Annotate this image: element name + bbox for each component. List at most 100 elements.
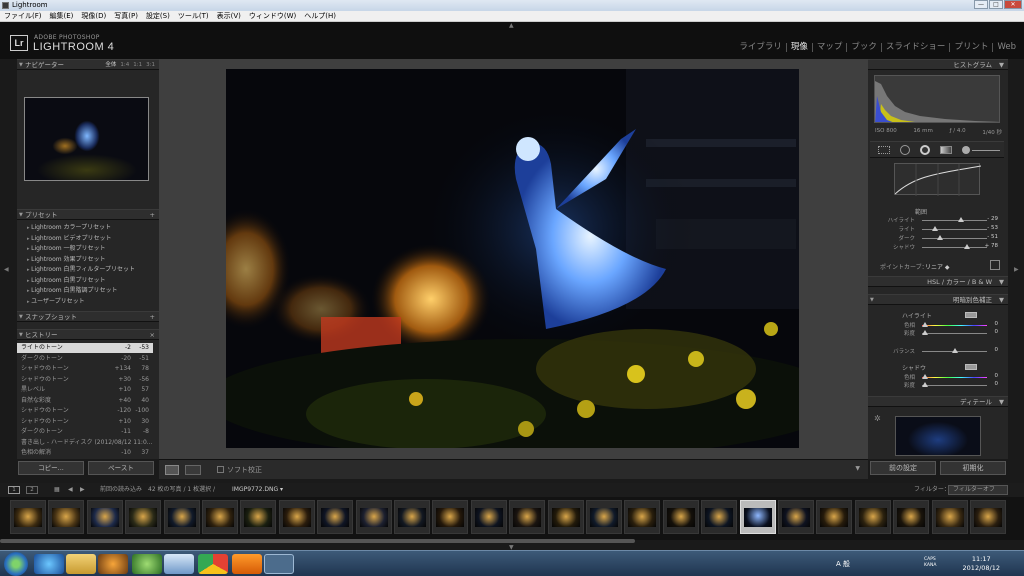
preset-folder[interactable]: Lightroom 白黒プリセット xyxy=(27,276,105,286)
menu-settings[interactable]: 設定(S) xyxy=(146,11,170,21)
zoom-fit[interactable]: 全体 xyxy=(105,60,116,70)
balance-slider[interactable]: バランス 0 xyxy=(870,347,1004,356)
highlight-sat-slider[interactable]: 彩度 0 xyxy=(870,329,1004,338)
redeye-icon[interactable] xyxy=(920,145,930,155)
slider-knob[interactable] xyxy=(922,330,928,335)
add-snapshot-icon[interactable]: + xyxy=(150,312,155,322)
explorer-folder-icon[interactable] xyxy=(66,554,96,574)
detail-preview[interactable] xyxy=(895,416,981,456)
filmstrip-thumbnail[interactable] xyxy=(816,500,853,534)
filmstrip-thumbnail[interactable] xyxy=(355,500,392,534)
filmstrip-scrollbar[interactable] xyxy=(0,539,635,543)
filmstrip-thumbnail[interactable] xyxy=(317,500,354,534)
navigator-header[interactable]: ▼ ナビゲーター 全体 1:4 1:1 3:1 xyxy=(17,59,159,70)
history-row[interactable]: 色相の解消 -10 37 xyxy=(17,448,153,458)
histogram[interactable] xyxy=(874,75,1000,123)
preset-folder[interactable]: Lightroom 一般プリセット xyxy=(27,244,105,254)
menu-view[interactable]: 表示(V) xyxy=(217,11,241,21)
preset-folder[interactable]: Lightroom カラープリセット xyxy=(27,223,111,233)
history-header[interactable]: ▼ ヒストリー × xyxy=(17,329,159,340)
navigator-preview[interactable] xyxy=(24,97,149,181)
crop-tool-icon[interactable] xyxy=(878,146,890,154)
hsl-tabs[interactable]: HSL / カラー / B & W xyxy=(927,278,992,286)
menu-help[interactable]: ヘルプ(H) xyxy=(304,11,336,21)
clear-history-icon[interactable]: × xyxy=(150,330,155,340)
curve-edit-icon[interactable] xyxy=(990,260,1000,270)
internet-explorer-icon[interactable] xyxy=(34,554,64,574)
back-icon[interactable]: ◀ xyxy=(68,483,73,497)
filmstrip-thumbnail[interactable] xyxy=(547,500,584,534)
network-app-icon[interactable] xyxy=(164,554,194,574)
shadows-slider[interactable]: シャドウ + 78 xyxy=(870,243,1004,252)
presets-header[interactable]: ▼ プリセット + xyxy=(17,209,159,220)
toolbar-menu-icon[interactable]: ▼ xyxy=(855,465,860,472)
filmstrip-thumbnail[interactable] xyxy=(10,500,46,534)
menu-tools[interactable]: ツール(T) xyxy=(178,11,209,21)
main-photo[interactable] xyxy=(226,69,799,448)
window-2-button[interactable]: 2 xyxy=(26,486,38,494)
detail-header[interactable]: ディテール ▼ xyxy=(868,396,1008,407)
darks-slider[interactable]: ダーク - 51 xyxy=(870,234,1004,243)
filmstrip-thumbnail[interactable] xyxy=(163,500,200,534)
close-button[interactable]: ✕ xyxy=(1004,0,1022,9)
history-row[interactable]: シャドウのトーン +134 78 xyxy=(17,364,153,374)
paste-settings-button[interactable]: ペースト xyxy=(88,461,154,475)
history-row[interactable]: シャドウのトーン +30 -56 xyxy=(17,375,153,385)
graduated-filter-icon[interactable] xyxy=(940,146,952,154)
loupe-view-icon[interactable] xyxy=(165,465,179,475)
slider-knob[interactable] xyxy=(922,382,928,387)
system-clock[interactable]: 11:17 2012/08/12 xyxy=(963,555,1000,573)
filmstrip-thumbnail[interactable] xyxy=(432,500,469,534)
filmstrip-thumbnail[interactable] xyxy=(48,500,85,534)
ime-indicator[interactable]: A 般 xyxy=(836,559,850,569)
filter-select[interactable]: フィルターオフ xyxy=(948,485,1008,495)
preset-folder[interactable]: Lightroom 白黒フィルタープリセット xyxy=(27,265,135,275)
filmstrip-thumbnail[interactable] xyxy=(854,500,891,534)
highlight-swatch[interactable] xyxy=(965,312,977,318)
history-row[interactable]: ダークのトーン -11 -8 xyxy=(17,427,153,437)
filmstrip-thumbnail[interactable] xyxy=(509,500,546,534)
preset-folder[interactable]: ユーザープリセット xyxy=(27,297,85,307)
menu-file[interactable]: ファイル(F) xyxy=(4,11,42,21)
before-after-icon[interactable] xyxy=(185,465,201,475)
lightroom-taskbar-icon[interactable] xyxy=(264,554,294,574)
filmstrip-thumbnail[interactable] xyxy=(701,500,738,534)
start-button[interactable] xyxy=(4,552,28,576)
slider-knob[interactable] xyxy=(922,322,928,327)
hsl-header[interactable]: HSL / カラー / B & W ▼ xyxy=(868,276,1008,287)
brush-slider[interactable] xyxy=(972,150,1000,151)
chrome-icon[interactable] xyxy=(198,554,228,574)
menu-edit[interactable]: 編集(E) xyxy=(50,11,74,21)
slider-knob[interactable] xyxy=(922,374,928,379)
maximize-button[interactable]: □ xyxy=(989,0,1003,9)
filmstrip-thumbnail[interactable] xyxy=(470,500,507,534)
tone-curve[interactable] xyxy=(894,163,982,196)
highlights-slider[interactable]: ハイライト - 29 xyxy=(870,216,1004,225)
top-panel-toggle-icon[interactable]: ▲ xyxy=(509,22,514,29)
module-web[interactable]: Web xyxy=(993,43,1016,52)
grid-icon[interactable]: ▦ xyxy=(54,483,60,497)
history-row[interactable]: 自然な彩度 +40 40 xyxy=(17,396,153,406)
recycle-app-icon[interactable] xyxy=(132,554,162,574)
filmstrip-thumbnail[interactable] xyxy=(970,500,1006,534)
forward-icon[interactable]: ▶ xyxy=(80,483,85,497)
lights-slider[interactable]: ライト - 53 xyxy=(870,225,1004,234)
filmstrip-thumbnail[interactable] xyxy=(624,500,661,534)
softproof-checkbox[interactable] xyxy=(217,466,224,473)
filmstrip-thumbnail[interactable] xyxy=(240,500,277,534)
vlc-icon[interactable] xyxy=(232,554,262,574)
snapshots-header[interactable]: ▼ スナップショット + xyxy=(17,311,159,322)
left-panel-toggle-icon[interactable]: ◀ xyxy=(4,266,9,273)
module-print[interactable]: プリント xyxy=(950,43,994,52)
module-develop[interactable]: 現像 xyxy=(787,43,813,52)
slider-knob[interactable] xyxy=(932,226,938,231)
source-label[interactable]: 前回の読み込み xyxy=(100,483,142,497)
history-row[interactable]: シャドウのトーン +10 30 xyxy=(17,417,153,427)
filmstrip-thumbnail[interactable] xyxy=(931,500,968,534)
menu-photo[interactable]: 写真(P) xyxy=(114,11,138,21)
point-curve-select[interactable]: リニア ◆ xyxy=(925,262,950,271)
zoom-1-4[interactable]: 1:4 xyxy=(120,60,129,70)
media-player-icon[interactable] xyxy=(98,554,128,574)
slider-knob[interactable] xyxy=(964,244,970,249)
add-preset-icon[interactable]: + xyxy=(150,210,155,220)
